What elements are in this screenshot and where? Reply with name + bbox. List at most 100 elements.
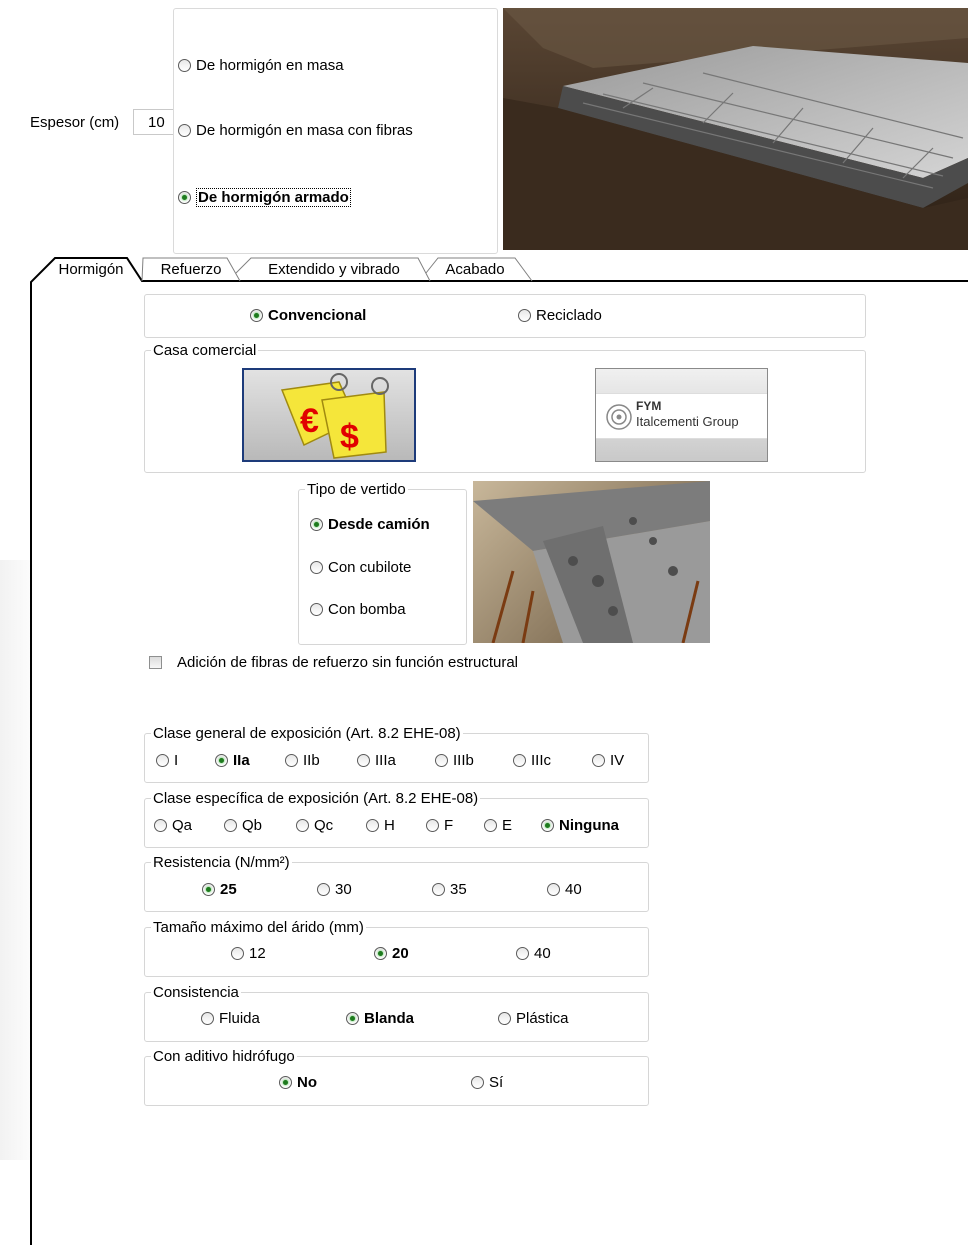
radio-indicator bbox=[357, 754, 370, 767]
radio-label: IIb bbox=[303, 752, 320, 769]
espesor-label: Espesor (cm) bbox=[30, 114, 120, 131]
radio-indicator bbox=[547, 883, 560, 896]
radio-consistencia-blanda[interactable]: Blanda bbox=[346, 1010, 414, 1027]
radio-indicator bbox=[513, 754, 526, 767]
radio-label: Ninguna bbox=[559, 817, 619, 834]
espesor-input[interactable]: 10 bbox=[133, 109, 173, 135]
svg-text:$: $ bbox=[340, 418, 359, 456]
radio-hormigon-armado[interactable]: De hormigón armado bbox=[178, 188, 351, 207]
losa-armada-image bbox=[503, 8, 968, 250]
radio-hidrofugo-no[interactable]: No bbox=[279, 1074, 317, 1091]
hidrofugo-group: Con aditivo hidrófugo bbox=[144, 1048, 649, 1106]
radio-label: Con cubilote bbox=[328, 559, 412, 576]
radio-especifica-qa[interactable]: Qa bbox=[154, 817, 192, 834]
radio-label: Desde camión bbox=[328, 516, 430, 533]
radio-clase-iiib[interactable]: IIIb bbox=[435, 752, 474, 769]
radio-clase-i[interactable]: I bbox=[156, 752, 178, 769]
radio-resistencia-25[interactable]: 25 bbox=[202, 881, 237, 898]
radio-indicator bbox=[202, 883, 215, 896]
radio-label: 40 bbox=[565, 881, 582, 898]
radio-label: 35 bbox=[450, 881, 467, 898]
radio-hormigon-masa[interactable]: De hormigón en masa bbox=[178, 57, 344, 74]
radio-con-cubilote[interactable]: Con cubilote bbox=[310, 559, 411, 576]
radio-hidrofugo-si[interactable]: Sí bbox=[471, 1074, 503, 1091]
radio-label: Con bomba bbox=[328, 601, 406, 618]
radio-resistencia-30[interactable]: 30 bbox=[317, 881, 352, 898]
radio-clase-iib[interactable]: IIb bbox=[285, 752, 320, 769]
radio-indicator bbox=[484, 819, 497, 832]
radio-indicator bbox=[518, 309, 531, 322]
radio-indicator bbox=[432, 883, 445, 896]
tab-acabado[interactable]: Acabado bbox=[438, 257, 512, 281]
group-title: Tipo de vertido bbox=[305, 481, 408, 498]
radio-resistencia-40[interactable]: 40 bbox=[547, 881, 582, 898]
radio-resistencia-35[interactable]: 35 bbox=[432, 881, 467, 898]
generic-price-button[interactable]: € $ bbox=[242, 368, 416, 462]
radio-indicator bbox=[541, 819, 554, 832]
radio-label: No bbox=[297, 1074, 317, 1091]
spiral-icon bbox=[606, 404, 632, 430]
radio-indicator bbox=[224, 819, 237, 832]
radio-label: IIa bbox=[233, 752, 250, 769]
radio-especifica-ninguna[interactable]: Ninguna bbox=[541, 817, 619, 834]
radio-arido-40[interactable]: 40 bbox=[516, 945, 551, 962]
radio-indicator bbox=[215, 754, 228, 767]
tab-refuerzo[interactable]: Refuerzo bbox=[150, 257, 232, 281]
radio-indicator bbox=[435, 754, 448, 767]
radio-consistencia-fluida[interactable]: Fluida bbox=[201, 1010, 260, 1027]
radio-label: F bbox=[444, 817, 454, 834]
radio-indicator bbox=[471, 1076, 484, 1089]
radio-clase-iv[interactable]: IV bbox=[592, 752, 624, 769]
radio-reciclado[interactable]: Reciclado bbox=[518, 307, 602, 324]
radio-indicator bbox=[201, 1012, 214, 1025]
radio-indicator bbox=[154, 819, 167, 832]
radio-indicator bbox=[296, 819, 309, 832]
radio-con-bomba[interactable]: Con bomba bbox=[310, 601, 406, 618]
radio-label: IIIb bbox=[453, 752, 474, 769]
tab-hormigon[interactable]: Hormigón bbox=[55, 257, 127, 281]
tab-label: Acabado bbox=[445, 260, 505, 278]
radio-clase-iiic[interactable]: IIIc bbox=[513, 752, 551, 769]
radio-label: 40 bbox=[534, 945, 551, 962]
radio-indicator bbox=[156, 754, 169, 767]
radio-indicator bbox=[178, 191, 191, 204]
radio-clase-iiia[interactable]: IIIa bbox=[357, 752, 396, 769]
radio-label: Fluida bbox=[219, 1010, 260, 1027]
radio-especifica-e[interactable]: E bbox=[484, 817, 512, 834]
group-title: Con aditivo hidrófugo bbox=[151, 1048, 297, 1065]
radio-indicator bbox=[178, 124, 191, 137]
radio-convencional[interactable]: Convencional bbox=[250, 307, 366, 324]
radio-hormigon-masa-fibras[interactable]: De hormigón en masa con fibras bbox=[178, 122, 413, 139]
radio-arido-20[interactable]: 20 bbox=[374, 945, 409, 962]
radio-indicator bbox=[310, 518, 323, 531]
radio-desde-camion[interactable]: Desde camión bbox=[310, 516, 430, 533]
radio-especifica-f[interactable]: F bbox=[426, 817, 453, 834]
radio-especifica-qc[interactable]: Qc bbox=[296, 817, 333, 834]
radio-indicator bbox=[279, 1076, 292, 1089]
radio-arido-12[interactable]: 12 bbox=[231, 945, 266, 962]
radio-indicator bbox=[374, 947, 387, 960]
radio-label: IIIa bbox=[375, 752, 396, 769]
radio-indicator bbox=[498, 1012, 511, 1025]
radio-label: Qa bbox=[172, 817, 193, 834]
radio-especifica-h[interactable]: H bbox=[366, 817, 395, 834]
fibras-checkbox[interactable] bbox=[149, 656, 162, 669]
svg-text:€: € bbox=[300, 402, 319, 440]
group-title: Resistencia (N/mm²) bbox=[151, 854, 292, 871]
euro-dollar-tags-icon: € $ bbox=[280, 373, 389, 459]
radio-indicator bbox=[346, 1012, 359, 1025]
radio-label: De hormigón en masa con fibras bbox=[196, 122, 413, 139]
radio-indicator bbox=[178, 59, 191, 72]
radio-indicator bbox=[426, 819, 439, 832]
radio-label: 25 bbox=[220, 881, 237, 898]
group-title: Casa comercial bbox=[151, 342, 259, 359]
radio-especifica-qb[interactable]: Qb bbox=[224, 817, 262, 834]
radio-clase-iia[interactable]: IIa bbox=[215, 752, 250, 769]
tab-extendido-vibrado[interactable]: Extendido y vibrado bbox=[254, 257, 414, 281]
radio-consistencia-plastica[interactable]: Plástica bbox=[498, 1010, 569, 1027]
radio-label: Reciclado bbox=[536, 307, 602, 324]
fym-brand-button[interactable]: FYM Italcementi Group bbox=[595, 368, 768, 462]
radio-indicator bbox=[250, 309, 263, 322]
radio-indicator bbox=[366, 819, 379, 832]
espesor-value: 10 bbox=[148, 114, 165, 131]
